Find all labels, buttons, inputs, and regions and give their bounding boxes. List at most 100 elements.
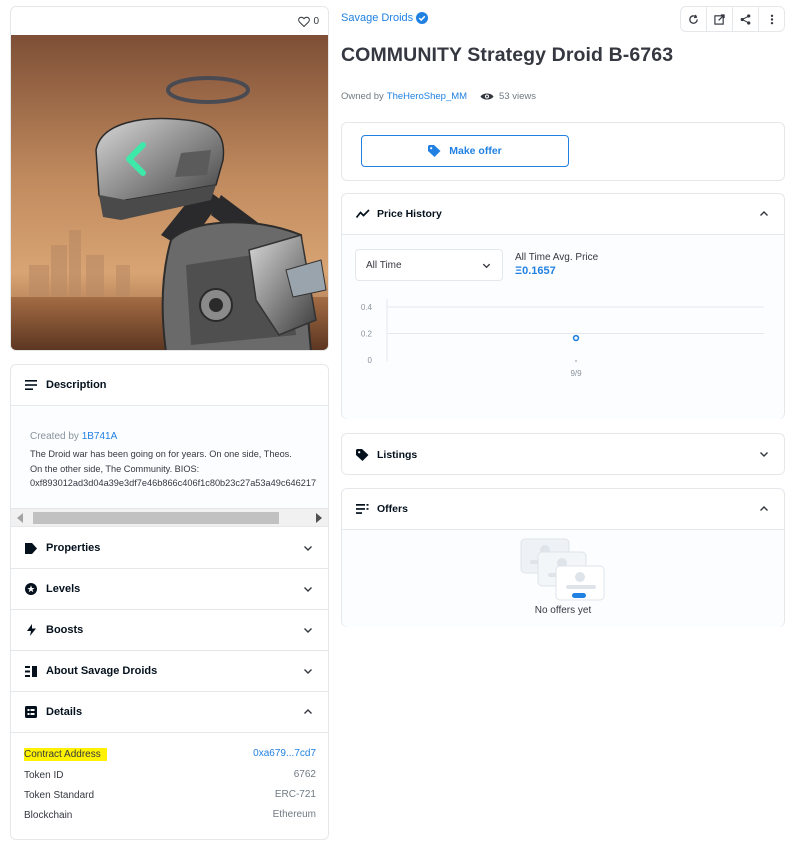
description-line: The Droid war has been going on for year… — [30, 449, 292, 459]
details-key: Token ID — [24, 770, 64, 781]
boosts-header[interactable]: Boosts — [11, 610, 328, 651]
tag-icon — [25, 542, 37, 554]
chart-grid — [387, 306, 764, 334]
horizontal-scrollbar[interactable] — [11, 509, 328, 527]
about-collection-label: About Savage Droids — [46, 665, 158, 677]
collection-link[interactable]: Savage Droids — [341, 12, 429, 24]
properties-header[interactable]: Properties — [11, 528, 328, 569]
refresh-button[interactable] — [681, 7, 707, 31]
details-row-blockchain: Blockchain Ethereum — [24, 809, 316, 825]
offers-body: No offers yet — [342, 530, 784, 627]
details-key: Token Standard — [24, 790, 95, 801]
make-offer-label: Make offer — [449, 145, 502, 157]
offers-label: Offers — [377, 503, 408, 515]
time-range-select[interactable]: All Time — [355, 249, 503, 281]
tag-icon — [356, 448, 370, 461]
share-button[interactable] — [733, 7, 759, 31]
make-offer-button[interactable]: Make offer — [361, 135, 569, 167]
collection-name: Savage Droids — [341, 12, 414, 24]
nft-image-card: 0 — [10, 6, 329, 351]
about-collection-header[interactable]: About Savage Droids — [11, 651, 328, 692]
heart-icon — [298, 16, 311, 27]
properties-label: Properties — [46, 542, 101, 554]
chart-line-icon — [356, 208, 370, 220]
offers-header[interactable]: Offers — [342, 489, 784, 530]
trade-station: Make offer — [341, 122, 785, 181]
levels-header[interactable]: Levels — [11, 569, 328, 610]
listings-label: Listings — [377, 448, 418, 461]
offers-panel: Offers No offers yet — [341, 488, 785, 627]
more-icon — [770, 14, 773, 24]
details-value: 6762 — [293, 769, 316, 780]
scrollbar-thumb[interactable] — [33, 512, 279, 524]
about-icon — [25, 665, 37, 677]
description-label: Description — [46, 379, 107, 391]
chevron-down-icon — [482, 263, 491, 269]
chevron-up-icon — [304, 709, 312, 714]
details-label: Details — [46, 706, 83, 718]
share-icon — [740, 13, 751, 25]
favorites-count: 0 — [313, 15, 319, 27]
chart-points — [572, 334, 580, 342]
price-history-label: Price History — [377, 208, 442, 220]
listings-panel: Listings — [341, 433, 785, 475]
chart-x-tick-mark — [574, 359, 578, 363]
created-by-label: Created by — [30, 431, 79, 442]
description-icon — [25, 379, 37, 391]
owner-line: Owned by TheHeroShep_MM 53 views — [341, 91, 536, 102]
chart-y-tick-label: 0 — [368, 356, 373, 365]
levels-label: Levels — [46, 583, 81, 595]
price-history-chart: 0.4 0.2 0 9/9 — [361, 299, 764, 378]
description-line: 0xf893012ad3d04a39e3df7e46b866c406f1c80b… — [30, 478, 317, 488]
details-icon — [25, 706, 37, 718]
nft-image[interactable] — [11, 35, 329, 351]
details-row-token-id: Token ID 6762 — [24, 769, 316, 785]
scroll-left-icon[interactable] — [17, 513, 23, 523]
description-text: The Droid war has been going on for year… — [30, 447, 328, 491]
verified-badge-icon — [416, 12, 429, 24]
chevron-down-icon — [304, 546, 312, 551]
owned-by-label: Owned by — [341, 91, 384, 102]
tag-icon — [428, 145, 441, 157]
listings-header[interactable]: Listings — [342, 434, 784, 475]
scroll-right-icon[interactable] — [316, 513, 322, 523]
empty-offers-illustration — [520, 538, 605, 601]
more-options-button[interactable] — [759, 7, 784, 31]
chart-y-tick-label: 0.4 — [361, 303, 373, 312]
chevron-down-icon — [304, 587, 312, 592]
image-card-header: 0 — [11, 7, 328, 35]
description-line: On the other side, The Community. BIOS: — [30, 463, 200, 474]
owner-link[interactable]: TheHeroShep_MM — [387, 91, 467, 102]
creator-link[interactable]: 1B741A — [82, 431, 118, 442]
price-history-body: All Time All Time Avg. Price Ξ0.1657 0.4… — [342, 235, 784, 419]
chart-point[interactable] — [572, 334, 580, 342]
favorite-button[interactable]: 0 — [298, 16, 319, 27]
details-key: Blockchain — [24, 810, 73, 821]
description-body: Created by 1B741A The Droid war has been… — [11, 407, 328, 509]
details-row-token-standard: Token Standard ERC-721 — [24, 789, 316, 805]
details-key: Contract Address — [24, 748, 107, 761]
bolt-icon — [25, 624, 37, 636]
chevron-down-icon — [304, 669, 312, 674]
external-link-icon — [714, 13, 725, 25]
refresh-icon — [689, 14, 698, 24]
price-history-header[interactable]: Price History — [342, 194, 784, 235]
chart-y-ticks: 0.4 0.2 0 — [361, 303, 373, 365]
time-range-value: All Time — [366, 260, 402, 271]
offers-list-icon — [356, 503, 370, 515]
star-icon — [25, 583, 37, 595]
chart-y-tick-label: 0.2 — [361, 330, 373, 339]
avg-price-label: All Time Avg. Price — [515, 252, 599, 263]
details-value: Ethereum — [272, 809, 316, 820]
views-count: 53 views — [480, 91, 536, 102]
details-header[interactable]: Details — [11, 692, 328, 733]
open-external-button[interactable] — [707, 7, 733, 31]
details-value: ERC-721 — [274, 789, 316, 800]
contract-address-link[interactable]: 0xa679...7cd7 — [253, 748, 316, 759]
description-header[interactable]: Description — [11, 365, 328, 406]
chevron-up-icon — [760, 506, 768, 511]
chevron-down-icon — [304, 628, 312, 633]
no-offers-text: No offers yet — [534, 605, 592, 616]
avg-price-value: Ξ0.1657 — [515, 265, 556, 277]
item-action-group — [680, 6, 785, 32]
